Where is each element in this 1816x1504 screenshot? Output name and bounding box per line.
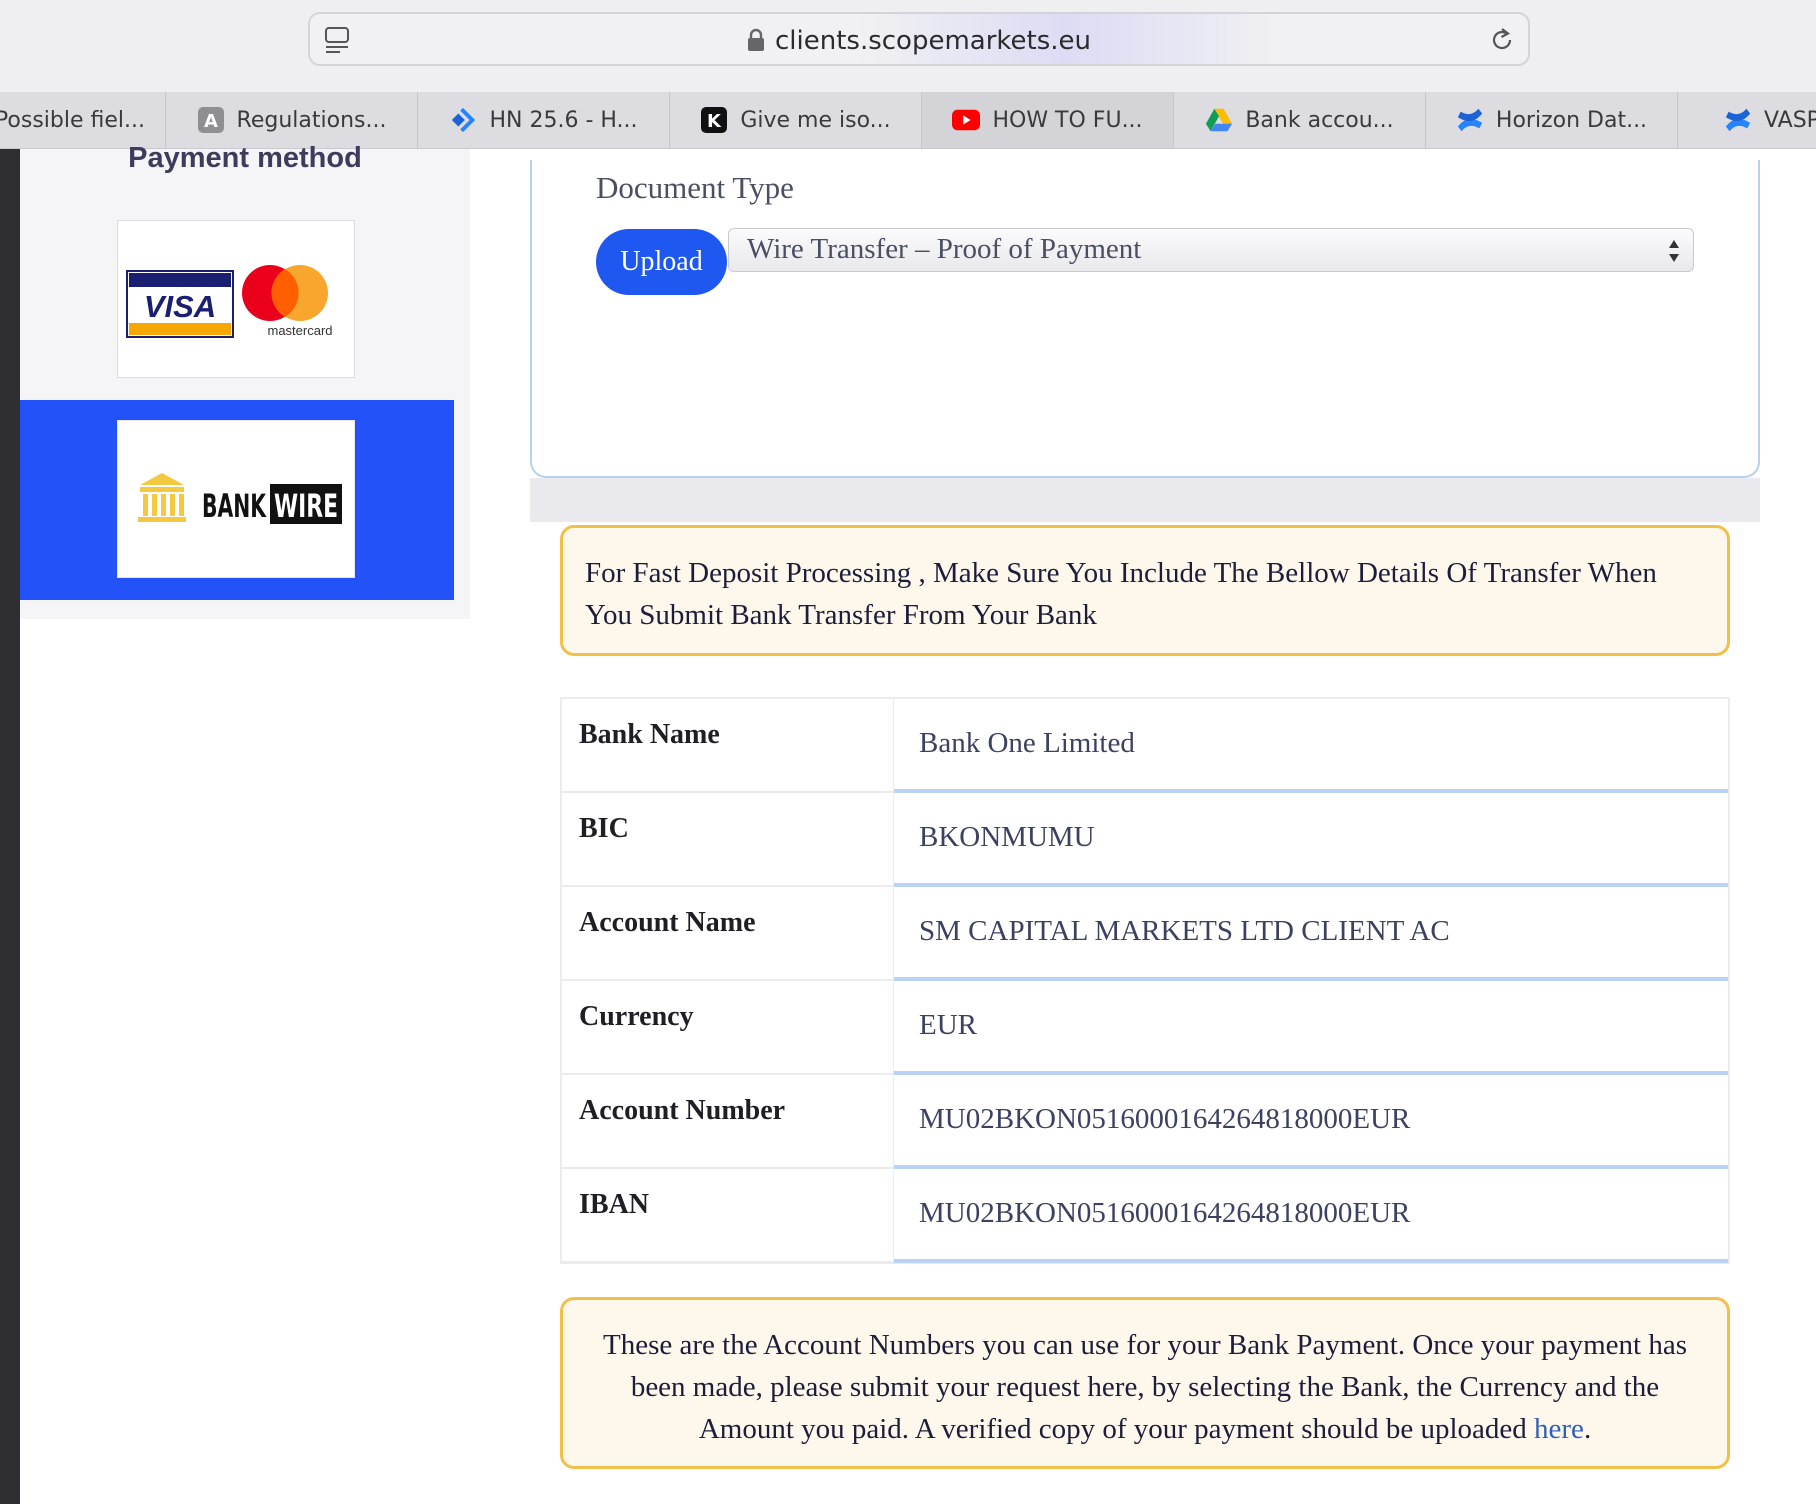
upload-here-link[interactable]: here	[1534, 1413, 1584, 1445]
notice-text: These are the Account Numbers you can us…	[603, 1329, 1687, 1445]
tab-possible-fields[interactable]: Possible fiel...	[0, 92, 166, 148]
tab-regulations[interactable]: A Regulations...	[166, 92, 418, 148]
svg-text:K: K	[707, 111, 722, 132]
k-logo-icon: K	[700, 106, 728, 134]
lock-icon	[747, 28, 764, 51]
confluence-icon	[1456, 106, 1484, 134]
tab-label: Bank accou...	[1245, 107, 1394, 133]
visa-text: VISA	[144, 289, 216, 324]
table-row: BIC BKONMUMU	[562, 793, 1728, 887]
document-upload-panel	[530, 160, 1760, 478]
account-numbers-notice: These are the Account Numbers you can us…	[560, 1297, 1730, 1469]
card-payment-option[interactable]: VISA mastercard	[117, 220, 355, 378]
tab-vasp[interactable]: VASP	[1678, 92, 1816, 148]
row-value: MU02BKON0516000164264818000EUR	[894, 1075, 1728, 1169]
svg-text:A: A	[204, 111, 218, 132]
tab-hn[interactable]: HN 25.6 - H...	[418, 92, 670, 148]
row-label: BIC	[562, 793, 894, 887]
row-value: Bank One Limited	[894, 699, 1728, 793]
tab-label: HOW TO FU...	[992, 107, 1143, 133]
select-arrows-icon	[1669, 240, 1679, 262]
confluence-icon	[1724, 106, 1752, 134]
bank-building-icon	[138, 473, 186, 522]
fast-deposit-notice: For Fast Deposit Processing , Make Sure …	[560, 525, 1730, 656]
document-type-select[interactable]: Wire Transfer – Proof of Payment	[728, 228, 1694, 272]
notice-suffix: .	[1583, 1413, 1592, 1445]
row-label: IBAN	[562, 1169, 894, 1263]
letter-a-icon: A	[197, 106, 225, 134]
tab-label: Horizon Dat...	[1495, 107, 1648, 133]
table-row: Account Number MU02BKON05160001642648180…	[562, 1075, 1728, 1169]
bank-word: BANK	[202, 487, 267, 525]
tab-label: HN 25.6 - H...	[489, 107, 638, 133]
row-label: Bank Name	[562, 699, 894, 793]
google-drive-icon	[1205, 106, 1233, 134]
tab-how-to[interactable]: HOW TO FU...	[922, 92, 1174, 148]
table-row: Currency EUR	[562, 981, 1728, 1075]
reload-icon[interactable]	[1488, 26, 1516, 54]
address-bar[interactable]: clients.scopemarkets.eu	[308, 12, 1530, 66]
tab-label: VASP	[1764, 107, 1816, 133]
upload-button[interactable]: Upload	[596, 229, 727, 295]
browser-toolbar: clients.scopemarkets.eu	[0, 0, 1816, 93]
row-label: Currency	[562, 981, 894, 1075]
bank-details-table: Bank Name Bank One Limited BIC BKONMUMU …	[560, 697, 1730, 1264]
tab-label: Regulations...	[236, 107, 387, 133]
row-value: BKONMUMU	[894, 793, 1728, 887]
table-row: Account Name SM CAPITAL MARKETS LTD CLIE…	[562, 887, 1728, 981]
url-text[interactable]: clients.scopemarkets.eu	[310, 26, 1528, 56]
section-divider	[530, 478, 1760, 522]
table-row: Bank Name Bank One Limited	[562, 699, 1728, 793]
tab-bank-accounts[interactable]: Bank accou...	[1174, 92, 1426, 148]
wire-word: WIRE	[274, 487, 338, 525]
mastercard-text: mastercard	[267, 323, 332, 338]
row-value: SM CAPITAL MARKETS LTD CLIENT AC	[894, 887, 1728, 981]
table-row: IBAN MU02BKON0516000164264818000EUR	[562, 1169, 1728, 1263]
visa-mastercard-logo: VISA mastercard	[126, 265, 333, 338]
payment-method-title: Payment method	[128, 142, 362, 174]
document-type-value: Wire Transfer – Proof of Payment	[747, 233, 1142, 265]
left-window-edge	[0, 149, 20, 1504]
tab-horizon[interactable]: Horizon Dat...	[1426, 92, 1678, 148]
bank-wire-option[interactable]: BANK WIRE	[117, 420, 355, 578]
jira-icon	[449, 106, 477, 134]
row-value: MU02BKON0516000164264818000EUR	[894, 1169, 1728, 1263]
tab-label: Possible fiel...	[0, 107, 145, 133]
row-value: EUR	[894, 981, 1728, 1075]
url-label: clients.scopemarkets.eu	[774, 26, 1092, 56]
bank-wire-logo: BANK WIRE	[138, 473, 342, 525]
youtube-icon	[952, 106, 981, 134]
bookmarks-tab-strip: Possible fiel... A Regulations... HN 25.…	[0, 92, 1816, 149]
row-label: Account Number	[562, 1075, 894, 1169]
row-label: Account Name	[562, 887, 894, 981]
document-type-label: Document Type	[596, 170, 794, 205]
tab-label: Give me iso...	[740, 107, 891, 133]
tab-give-me-iso[interactable]: K Give me iso...	[670, 92, 922, 148]
